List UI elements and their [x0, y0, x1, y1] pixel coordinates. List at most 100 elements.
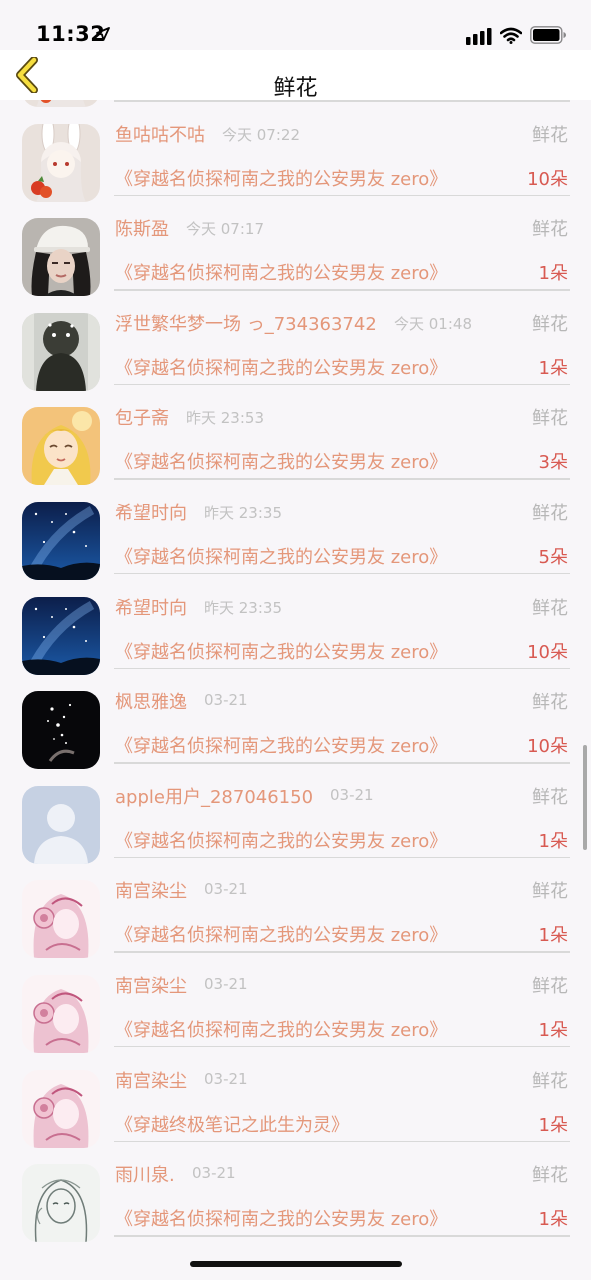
book-title[interactable]: 《穿越名侦探柯南之我的公安男友 zero》 — [115, 543, 447, 569]
book-title[interactable]: 《穿越终极笔记之此生为灵》 — [115, 1111, 349, 1137]
location-arrow-icon — [96, 27, 110, 41]
user-name[interactable]: 希望时向 — [115, 594, 187, 620]
flower-record-list[interactable]: 《穿越名侦探柯南之我的公安男友 zero》10朵鱼咕咕不咕今天 07:22鲜花《… — [0, 100, 591, 1280]
list-item[interactable]: 希望时向 昨天 23:35 鲜花《穿越名侦探柯南之我的公安男友 zero》 5朵 — [0, 495, 591, 590]
book-title[interactable]: 《穿越名侦探柯南之我的公安男友 zero》 — [115, 638, 447, 664]
row-divider — [114, 951, 570, 953]
post-time: 昨天 23:35 — [204, 503, 282, 522]
list-item[interactable]: 鱼咕咕不咕 今天 07:22 鲜花《穿越名侦探柯南之我的公安男友 zero》 10朵 — [0, 117, 591, 212]
avatar[interactable] — [22, 596, 100, 675]
post-time: 03-21 — [204, 974, 248, 993]
book-title[interactable]: 《穿越名侦探柯南之我的公安男友 zero》 — [115, 827, 447, 853]
avatar[interactable] — [22, 785, 100, 864]
gift-count: 5朵 — [538, 546, 568, 568]
row-divider — [114, 572, 570, 575]
gift-type-label: 鲜花 — [532, 597, 568, 619]
list-item[interactable]: 浮世繁华梦一场 っ_734363742 今天 01:48 鲜花《穿越名侦探柯南之我的… — [0, 306, 591, 401]
status-time: 11:32 — [36, 22, 106, 46]
list-item[interactable]: 希望时向 昨天 23:35 鲜花《穿越名侦探柯南之我的公安男友 zero》 10朵 — [0, 590, 591, 685]
cellular-signal-icon — [466, 28, 492, 45]
user-name[interactable]: 浮世繁华梦一场 っ_734363742 — [115, 310, 377, 336]
avatar[interactable] — [22, 218, 100, 297]
post-time: 03-21 — [204, 1069, 248, 1088]
post-time: 昨天 23:53 — [186, 409, 264, 428]
row-divider — [114, 1140, 570, 1143]
gift-count: 1朵 — [538, 357, 568, 379]
list-item[interactable]: 《穿越名侦探柯南之我的公安男友 zero》10朵 — [0, 100, 591, 117]
gift-type-label: 鲜花 — [532, 1070, 568, 1092]
user-name[interactable]: apple用户_287046150 — [115, 783, 313, 809]
gift-count: 1朵 — [538, 263, 568, 285]
post-time: 03-21 — [330, 785, 374, 804]
book-title[interactable]: 《穿越名侦探柯南之我的公安男友 zero》 — [115, 921, 447, 947]
gift-count: 1朵 — [538, 1114, 568, 1136]
avatar[interactable] — [22, 312, 100, 391]
row-divider — [114, 478, 570, 480]
row-divider — [114, 383, 570, 386]
avatar[interactable] — [22, 123, 100, 202]
avatar[interactable] — [22, 407, 100, 486]
gift-count: 10朵 — [527, 641, 568, 663]
user-name[interactable]: 雨川泉. — [115, 1161, 175, 1187]
gift-type-label: 鲜花 — [532, 313, 568, 335]
home-indicator[interactable] — [190, 1261, 402, 1267]
list-item[interactable]: 包子斋 昨天 23:53 鲜花 《穿越名侦探柯南之我的公安男友 zero》 3朵 — [0, 400, 591, 495]
user-name[interactable]: 陈斯盈 — [115, 215, 169, 241]
avatar[interactable] — [22, 880, 100, 959]
gift-count: 1朵 — [538, 830, 568, 852]
book-title[interactable]: 《穿越名侦探柯南之我的公安男友 zero》 — [115, 732, 447, 758]
row-divider — [114, 856, 570, 859]
gift-count: 10朵 — [527, 168, 568, 190]
post-time: 今天 07:22 — [222, 125, 300, 144]
list-item[interactable]: apple用户_287046150 03-21 鲜花《穿越名侦探柯南之我的公安男友 … — [0, 779, 591, 874]
user-name[interactable]: 南宫染尘 — [115, 972, 187, 998]
list-item[interactable]: 枫思雅逸 03-21 鲜花 《穿越名侦探柯南之我的公安男友 zero》 10朵 — [0, 684, 591, 779]
gift-type-label: 鲜花 — [532, 1165, 568, 1187]
gift-count: 1朵 — [538, 1019, 568, 1041]
list-item[interactable]: 南宫染尘 03-21 鲜花《穿越终极笔记之此生为灵》 1朵 — [0, 1063, 591, 1158]
avatar[interactable] — [22, 974, 100, 1053]
user-name[interactable]: 希望时向 — [115, 499, 187, 525]
avatar[interactable] — [22, 1164, 100, 1243]
avatar[interactable] — [22, 1069, 100, 1148]
gift-count: 10朵 — [527, 736, 568, 758]
book-title[interactable]: 《穿越名侦探柯南之我的公安男友 zero》 — [115, 1205, 447, 1231]
post-time: 03-21 — [192, 1164, 236, 1183]
scroll-indicator[interactable] — [583, 745, 587, 850]
user-name[interactable]: 包子斋 — [115, 404, 169, 430]
row-divider — [114, 1045, 570, 1048]
book-title[interactable]: 《穿越名侦探柯南之我的公安男友 zero》 — [115, 165, 447, 191]
gift-type-label: 鲜花 — [532, 975, 568, 997]
gift-count: 1朵 — [538, 925, 568, 947]
list-item[interactable]: 雨川泉. 03-21 鲜花 《穿越名侦探柯南之我的公安男友 zero》 1朵 — [0, 1157, 591, 1252]
status-bar: 11:32 — [0, 0, 591, 50]
page-title: 鲜花 — [273, 76, 318, 101]
post-time: 昨天 23:35 — [204, 598, 282, 617]
gift-type-label: 鲜花 — [532, 502, 568, 524]
user-name[interactable]: 枫思雅逸 — [115, 688, 187, 714]
gift-type-label: 鲜花 — [532, 124, 568, 146]
gift-count: 3朵 — [538, 452, 568, 474]
book-title[interactable]: 《穿越名侦探柯南之我的公安男友 zero》 — [115, 1016, 447, 1042]
list-item[interactable]: 南宫染尘 03-21 鲜花《穿越名侦探柯南之我的公安男友 zero》 1朵 — [0, 968, 591, 1063]
list-item[interactable]: 陈斯盈 今天 07:17 鲜花 《穿越名侦探柯南之我的公安男友 zero》 1朵 — [0, 211, 591, 306]
book-title[interactable]: 《穿越名侦探柯南之我的公安男友 zero》 — [115, 448, 447, 474]
gift-type-label: 鲜花 — [532, 786, 568, 808]
user-name[interactable]: 鱼咕咕不咕 — [115, 121, 205, 147]
book-title[interactable]: 《穿越名侦探柯南之我的公安男友 zero》 — [115, 259, 447, 285]
post-time: 今天 01:48 — [394, 314, 472, 333]
row-divider — [114, 1235, 570, 1237]
avatar[interactable] — [22, 691, 100, 770]
row-divider — [114, 289, 570, 291]
post-time: 03-21 — [204, 880, 248, 899]
gift-type-label: 鲜花 — [532, 881, 568, 903]
book-title[interactable]: 《穿越名侦探柯南之我的公安男友 zero》 — [115, 354, 447, 380]
post-time: 03-21 — [204, 691, 248, 710]
post-time: 今天 07:17 — [186, 220, 264, 239]
list-item[interactable]: 南宫染尘 03-21 鲜花《穿越名侦探柯南之我的公安男友 zero》 1朵 — [0, 873, 591, 968]
screen: 11:32 鲜花 鱼咕咕不咕 今天 07:22 鲜花 《穿越名侦探柯南之我的公安… — [0, 0, 591, 1280]
avatar[interactable] — [22, 501, 100, 580]
user-name[interactable]: 南宫染尘 — [115, 1067, 187, 1093]
user-name[interactable]: 南宫染尘 — [115, 877, 187, 903]
wifi-icon — [500, 27, 522, 44]
